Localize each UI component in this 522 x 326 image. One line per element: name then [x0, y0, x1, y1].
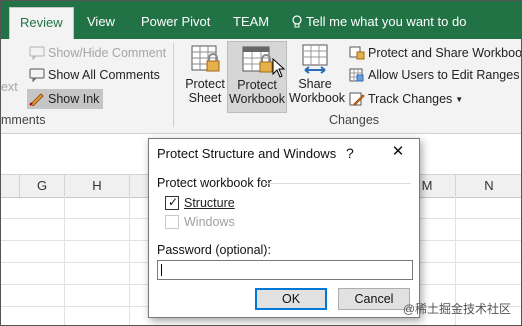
- share-workbook-icon: [302, 44, 328, 74]
- help-button[interactable]: ?: [346, 145, 354, 161]
- ok-button[interactable]: OK: [255, 288, 327, 310]
- protect-share-icon: [349, 46, 365, 60]
- protect-and-share-label: Protect and Share Workbook: [368, 46, 522, 60]
- allow-users-edit-ranges-button[interactable]: Allow Users to Edit Ranges: [349, 65, 519, 85]
- tab-view[interactable]: View: [87, 9, 115, 39]
- close-button[interactable]: ✕: [387, 142, 409, 162]
- protect-for-label: Protect workbook for: [157, 176, 272, 190]
- show-ink-label: Show Ink: [48, 92, 100, 106]
- share-workbook-label-2: Workbook: [289, 91, 346, 105]
- mouse-pointer-icon: [272, 58, 286, 78]
- windows-label: Windows: [184, 215, 235, 229]
- cancel-button[interactable]: Cancel: [338, 288, 410, 310]
- tell-me-box[interactable]: Tell me what you want to do: [292, 9, 466, 39]
- protect-sheet-icon: [191, 45, 220, 72]
- ink-pen-icon: [29, 92, 44, 106]
- column-header-hidden[interactable]: [130, 175, 149, 197]
- changes-group-label: Changes: [329, 113, 380, 127]
- show-all-comments-label: Show All Comments: [48, 68, 160, 82]
- protect-sheet-label-1: Protect: [185, 77, 225, 91]
- dialog-title: Protect Structure and Windows: [157, 146, 337, 161]
- group-separator: [173, 43, 174, 127]
- allow-users-label: Allow Users to Edit Ranges: [368, 68, 520, 82]
- ribbon-body: ext Show/Hide Comment Show All Comments …: [1, 39, 521, 134]
- watermark: @稀土掘金技术社区: [402, 302, 511, 316]
- column-header-h[interactable]: H: [65, 175, 130, 197]
- ribbon-tab-bar: Review View Power Pivot TEAM Tell me wha…: [1, 1, 521, 40]
- protect-workbook-label-2: Workbook: [228, 92, 286, 106]
- comment-icon: [29, 46, 45, 60]
- protect-structure-dialog: Protect Structure and Windows ? ✕ Protec…: [148, 138, 420, 318]
- show-ink-button[interactable]: Show Ink: [27, 89, 104, 109]
- comments-group-label: mments: [1, 113, 46, 127]
- track-changes-label: Track Changes: [368, 92, 453, 106]
- show-hide-comment-button[interactable]: Show/Hide Comment: [29, 43, 166, 63]
- chevron-down-icon: ▼: [455, 95, 464, 104]
- comments-icon: [29, 68, 45, 82]
- windows-checkbox: [165, 214, 179, 229]
- structure-checkbox[interactable]: ✓: [165, 194, 179, 210]
- show-all-comments-button[interactable]: Show All Comments: [29, 65, 160, 85]
- checkmark-icon: ✓: [168, 194, 179, 209]
- protect-sheet-button[interactable]: Protect Sheet: [179, 41, 231, 111]
- password-input[interactable]: [157, 260, 413, 280]
- new-comment-partial[interactable]: ext: [1, 77, 18, 97]
- protect-and-share-workbook-button[interactable]: Protect and Share Workbook: [349, 43, 522, 63]
- track-changes-icon: [349, 92, 365, 106]
- tab-power-pivot[interactable]: Power Pivot: [141, 9, 210, 39]
- track-changes-button[interactable]: Track Changes ▼: [349, 89, 463, 109]
- tell-me-text: Tell me what you want to do: [306, 14, 467, 29]
- section-divider: [263, 183, 411, 184]
- protect-workbook-label-1: Protect: [237, 78, 277, 92]
- protect-sheet-label-2: Sheet: [188, 91, 222, 105]
- show-hide-comment-label: Show/Hide Comment: [48, 46, 167, 60]
- password-label: Password (optional):: [157, 243, 271, 257]
- structure-checkbox-row[interactable]: ✓ Structure: [165, 195, 235, 213]
- share-workbook-label-1: Share: [298, 77, 332, 91]
- protect-workbook-button[interactable]: Protect Workbook: [227, 41, 287, 113]
- tab-review[interactable]: Review: [9, 7, 74, 40]
- protect-workbook-icon: [242, 46, 273, 73]
- column-header-partial[interactable]: [1, 175, 20, 197]
- lightbulb-icon: [292, 14, 302, 28]
- column-header-n[interactable]: N: [456, 175, 521, 197]
- column-header-g[interactable]: G: [20, 175, 65, 197]
- structure-label: Structure: [184, 196, 235, 210]
- share-workbook-button[interactable]: Share Workbook: [289, 41, 345, 111]
- windows-checkbox-row: Windows: [165, 214, 235, 232]
- allow-users-icon: [349, 68, 364, 82]
- tab-team[interactable]: TEAM: [233, 9, 269, 39]
- excel-window: Review View Power Pivot TEAM Tell me wha…: [0, 0, 522, 326]
- text-caret: [161, 264, 162, 276]
